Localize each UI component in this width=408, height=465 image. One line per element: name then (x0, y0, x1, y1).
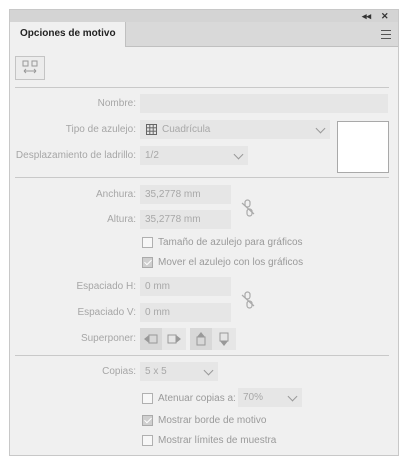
right-in-front-icon (167, 334, 181, 344)
move-tile-with-art-checkbox[interactable] (142, 257, 153, 268)
chevron-down-icon (203, 365, 214, 376)
show-tile-edge-checkbox[interactable] (142, 415, 153, 426)
chain-link-icon[interactable] (240, 290, 256, 310)
dim-copies-value: 70% (243, 392, 264, 403)
size-tile-to-art-checkbox[interactable] (142, 237, 153, 248)
move-tile-with-art-label: Mover el azulejo con los gráficos (158, 257, 304, 268)
panel-title-bar: ◂◂ ✕ (10, 10, 398, 22)
brick-offset-label: Desplazamiento de ladrillo: (15, 150, 136, 161)
divider (15, 355, 389, 356)
brick-offset-value: 1/2 (145, 150, 159, 161)
collapse-icon[interactable]: ◂◂ (362, 10, 371, 22)
pattern-preview (337, 121, 389, 173)
v-spacing-input[interactable]: 0 mm (140, 303, 231, 322)
height-label: Altura: (107, 214, 136, 225)
show-swatch-bounds-label: Mostrar límites de muestra (158, 435, 277, 446)
close-icon[interactable]: ✕ (381, 10, 389, 22)
tile-type-label: Tipo de azulejo: (65, 124, 136, 135)
divider (15, 87, 389, 88)
v-spacing-label: Espaciado V: (77, 307, 136, 318)
dim-copies-checkbox[interactable] (142, 393, 153, 404)
overlap-label: Superponer: (80, 333, 136, 344)
divider (15, 177, 389, 178)
copies-value: 5 x 5 (145, 366, 167, 377)
h-spacing-input[interactable]: 0 mm (140, 277, 231, 296)
bottom-in-front-icon (219, 332, 229, 346)
tile-edit-tool-button[interactable] (15, 56, 45, 80)
name-input[interactable] (140, 94, 388, 113)
pattern-options-panel: ◂◂ ✕ Opciones de motivo Nombre: Tipo de … (9, 9, 399, 456)
dim-copies-dropdown[interactable]: 70% (238, 388, 302, 407)
copies-dropdown[interactable]: 5 x 5 (140, 362, 218, 381)
bottom-in-front-button[interactable] (213, 328, 235, 350)
name-label: Nombre: (97, 98, 136, 109)
top-in-front-icon (196, 332, 206, 346)
brick-offset-dropdown[interactable]: 1/2 (140, 146, 248, 165)
tab-bar: Opciones de motivo (10, 22, 398, 47)
tile-type-value: Cuadrícula (162, 124, 211, 135)
size-tile-to-art-label: Tamaño de azulejo para gráficos (158, 237, 303, 248)
show-swatch-bounds-checkbox[interactable] (142, 435, 153, 446)
dim-copies-label: Atenuar copias a: (158, 393, 236, 404)
tile-edit-icon (22, 60, 38, 74)
hamburger-menu-icon[interactable] (381, 30, 391, 39)
tab-pattern-options[interactable]: Opciones de motivo (10, 22, 126, 47)
height-input[interactable]: 35,2778 mm (140, 210, 231, 229)
right-in-front-button[interactable] (163, 328, 185, 350)
h-spacing-label: Espaciado H: (76, 281, 136, 292)
tile-type-dropdown[interactable]: Cuadrícula (140, 120, 330, 139)
show-tile-edge-label: Mostrar borde de motivo (158, 415, 267, 426)
chevron-down-icon (315, 123, 326, 134)
chevron-down-icon (233, 149, 244, 160)
grid-icon (146, 124, 157, 135)
copies-label: Copias: (102, 366, 136, 377)
top-in-front-button[interactable] (190, 328, 212, 350)
overlap-horizontal-group (140, 328, 186, 350)
width-label: Anchura: (95, 189, 136, 200)
overlap-vertical-group (190, 328, 236, 350)
chevron-down-icon (287, 391, 298, 402)
chain-link-icon[interactable] (240, 198, 256, 218)
left-in-front-icon (144, 334, 158, 344)
left-in-front-button[interactable] (140, 328, 162, 350)
width-input[interactable]: 35,2778 mm (140, 185, 231, 204)
